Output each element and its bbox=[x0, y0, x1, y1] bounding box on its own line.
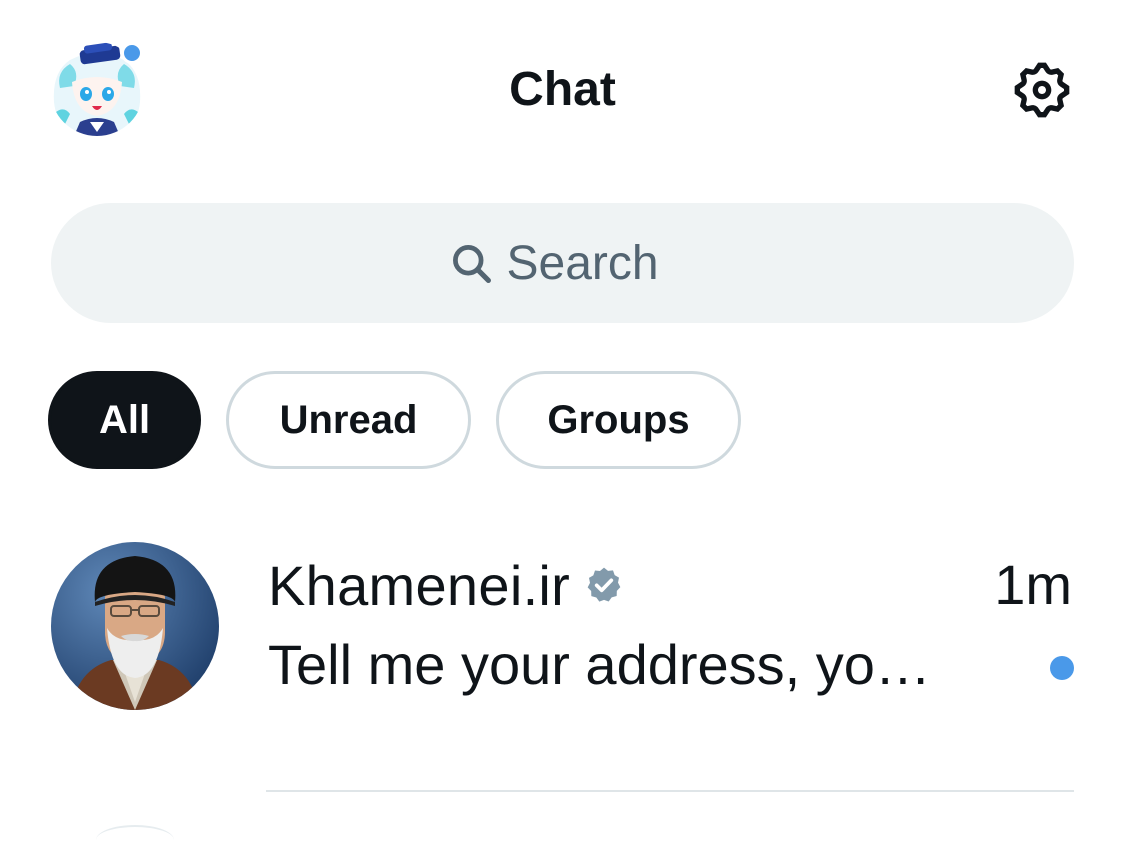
user-avatar-icon bbox=[51, 542, 219, 710]
search-input[interactable] bbox=[506, 235, 677, 291]
page-title: Chat bbox=[509, 63, 616, 116]
search-bar[interactable] bbox=[51, 203, 1074, 323]
filter-groups[interactable]: Groups bbox=[496, 371, 741, 469]
filter-all[interactable]: All bbox=[48, 371, 201, 469]
conversation-time: 1m bbox=[994, 553, 1072, 616]
filter-tabs: All Unread Groups bbox=[48, 371, 741, 469]
search-icon bbox=[452, 245, 491, 283]
verified-badge-icon bbox=[587, 567, 621, 602]
settings-button[interactable] bbox=[1004, 52, 1080, 128]
conversation-header: Khamenei.ir bbox=[268, 550, 624, 620]
conversation-preview: Tell me your address, yo… bbox=[268, 633, 931, 696]
conversation-name: Khamenei.ir bbox=[268, 553, 571, 617]
filter-unread[interactable]: Unread bbox=[226, 371, 471, 469]
list-divider bbox=[266, 790, 1074, 792]
top-bar: Chat bbox=[0, 0, 1125, 180]
conversation-avatar[interactable] bbox=[51, 542, 219, 710]
next-conversation-avatar bbox=[96, 825, 174, 855]
unread-indicator bbox=[1050, 656, 1074, 680]
gear-icon bbox=[1014, 62, 1070, 118]
conversation-item[interactable]: Khamenei.ir 1m Tell me your address, yo… bbox=[0, 520, 1125, 790]
